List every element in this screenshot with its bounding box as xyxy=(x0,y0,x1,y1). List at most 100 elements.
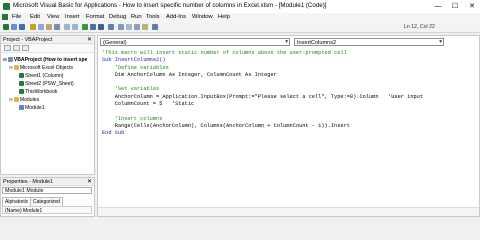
tree-item-label: Microsoft Excel Objects xyxy=(19,65,74,71)
object-dropdown-value: (General) xyxy=(103,40,127,46)
properties-panel: Properties - Module1 ✕ Module1 Module Al… xyxy=(0,177,95,217)
menu-view[interactable]: View xyxy=(47,14,59,20)
properties-icon[interactable] xyxy=(126,24,132,30)
code-editor[interactable]: 'This macro will insert static number of… xyxy=(102,50,478,200)
project-explorer-panel: Project - VBAProject ✕ ⊟ VBAProject (How … xyxy=(0,35,95,175)
object-browser-icon[interactable] xyxy=(134,24,140,30)
property-row[interactable]: (Name) Module1 xyxy=(2,206,92,214)
code-line[interactable]: Sub InsertColumns2() xyxy=(102,57,478,64)
redo-icon[interactable] xyxy=(72,24,78,30)
menu-add-ins[interactable]: Add-Ins xyxy=(166,14,186,20)
chevron-down-icon[interactable]: ▾ xyxy=(439,39,442,45)
object-dropdown[interactable]: (General) ▾ xyxy=(100,38,290,46)
run-icon[interactable] xyxy=(82,24,88,30)
code-line[interactable]: 'Define variables xyxy=(102,65,478,72)
collapse-icon[interactable]: ⊟ xyxy=(3,57,7,62)
object-select[interactable]: Module1 Module xyxy=(2,187,92,194)
chevron-down-icon[interactable]: ▾ xyxy=(285,39,288,45)
sheet-icon xyxy=(19,81,24,87)
toolbox-icon[interactable] xyxy=(142,24,148,30)
tree-item-vbaproject[interactable]: ⊟ VBAProject (How to insert spe xyxy=(3,57,87,63)
code-line[interactable]: End Sub xyxy=(102,130,478,137)
copy-icon[interactable] xyxy=(38,24,44,30)
break-icon[interactable] xyxy=(90,24,96,30)
standard-toolbar: Ln 12, Col 22 xyxy=(0,22,480,33)
view-excel-icon[interactable] xyxy=(3,24,9,30)
help-icon[interactable] xyxy=(152,24,158,30)
insert-module-icon[interactable] xyxy=(11,24,17,30)
project-panel-toolbar xyxy=(1,44,94,53)
menu-help[interactable]: Help xyxy=(218,14,230,20)
close-icon[interactable]: ✕ xyxy=(87,36,92,43)
tree-item-sheet1[interactable]: Sheet1 (Column) xyxy=(19,73,64,79)
project-panel-header: Project - VBAProject ✕ xyxy=(1,36,94,44)
code-window: (General) ▾ InsertColumns2 ▾ 'This macro… xyxy=(97,35,480,217)
tree-item-modules[interactable]: ⊟ Modules xyxy=(9,97,39,103)
menu-edit[interactable]: Edit xyxy=(30,14,40,20)
tree-item-label: VBAProject (How to insert spe xyxy=(13,57,88,63)
close-icon[interactable]: ✕ xyxy=(87,178,92,185)
code-line[interactable]: 'Insert columns xyxy=(102,116,478,123)
code-line[interactable]: Range(Cells(AnchorColumn), Columns(Ancho… xyxy=(102,123,478,130)
folder-icon xyxy=(13,65,19,71)
code-line[interactable]: AnchorColumn = Application.InputBox(Prom… xyxy=(102,94,478,101)
tree-item-label: Sheet1 (Column) xyxy=(25,73,64,79)
save-icon[interactable] xyxy=(19,24,25,30)
project-icon xyxy=(7,57,13,63)
code-line[interactable] xyxy=(102,79,478,86)
menu-bar: File Edit View Insert Format Debug Run T… xyxy=(0,13,480,22)
object-select-value: Module1 Module xyxy=(5,188,44,194)
minimize-button[interactable]: — xyxy=(430,0,446,13)
tree-item-thisworkbook[interactable]: ThisWorkbook xyxy=(19,89,57,95)
title-bar: Microsoft Visual Basic for Applications … xyxy=(0,0,480,13)
maximize-button[interactable]: ☐ xyxy=(447,0,463,13)
menu-insert[interactable]: Insert xyxy=(65,14,80,20)
excel-app-icon xyxy=(3,3,10,10)
reset-icon[interactable] xyxy=(98,24,104,30)
code-line[interactable]: Dim AnchorColumn As Integer, ColumnCount… xyxy=(102,72,478,79)
code-line[interactable]: ColumnCount = 5 'Static xyxy=(102,101,478,108)
tree-item-label: Module1 xyxy=(25,105,45,111)
close-button[interactable]: ✕ xyxy=(464,0,480,13)
cursor-position: Ln 12, Col 22 xyxy=(404,24,435,30)
code-line[interactable] xyxy=(102,108,478,115)
tree-item-excel-objects[interactable]: ⊟ Microsoft Excel Objects xyxy=(9,65,73,71)
window-title: Microsoft Visual Basic for Applications … xyxy=(13,2,327,9)
excel-menu-icon[interactable] xyxy=(2,14,8,20)
procedure-dropdown-value: InsertColumns2 xyxy=(297,40,337,46)
menu-file[interactable]: File xyxy=(12,14,21,20)
module-icon xyxy=(19,105,24,111)
design-mode-icon[interactable] xyxy=(108,24,114,30)
menu-tools[interactable]: Tools xyxy=(146,14,160,20)
workbook-icon xyxy=(19,89,24,95)
property-row-text: (Name) Module1 xyxy=(5,208,43,214)
find-icon[interactable] xyxy=(54,24,60,30)
view-object-icon[interactable] xyxy=(13,45,20,51)
code-line[interactable]: 'This macro will insert static number of… xyxy=(102,50,478,57)
folder-icon xyxy=(13,97,19,103)
properties-panel-header: Properties - Module1 ✕ xyxy=(1,178,94,186)
collapse-icon[interactable]: ⊟ xyxy=(9,65,13,70)
code-window-footer xyxy=(98,207,479,216)
menu-debug[interactable]: Debug xyxy=(109,14,126,20)
procedure-dropdown[interactable]: InsertColumns2 ▾ xyxy=(294,38,444,46)
undo-icon[interactable] xyxy=(64,24,70,30)
sheet-icon xyxy=(19,73,24,79)
tree-item-label: Modules xyxy=(19,97,40,103)
code-line[interactable]: 'Set variables xyxy=(102,86,478,93)
view-code-icon[interactable] xyxy=(4,45,11,51)
menu-format[interactable]: Format xyxy=(86,14,104,20)
tree-item-label: Sheet2 (PSW_Sheet) xyxy=(25,81,74,87)
tree-item-label: ThisWorkbook xyxy=(25,89,58,95)
collapse-icon[interactable]: ⊟ xyxy=(9,97,13,102)
paste-icon[interactable] xyxy=(46,24,52,30)
tree-item-module1[interactable]: Module1 xyxy=(19,105,45,111)
properties-panel-title: Properties - Module1 xyxy=(3,179,54,185)
cut-icon[interactable] xyxy=(30,24,36,30)
tree-item-sheet2[interactable]: Sheet2 (PSW_Sheet) xyxy=(19,81,74,87)
project-panel-title: Project - VBAProject xyxy=(3,37,53,43)
menu-window[interactable]: Window xyxy=(192,14,213,20)
menu-run[interactable]: Run xyxy=(131,14,142,20)
project-explorer-icon[interactable] xyxy=(118,24,124,30)
toggle-folders-icon[interactable] xyxy=(22,45,29,51)
